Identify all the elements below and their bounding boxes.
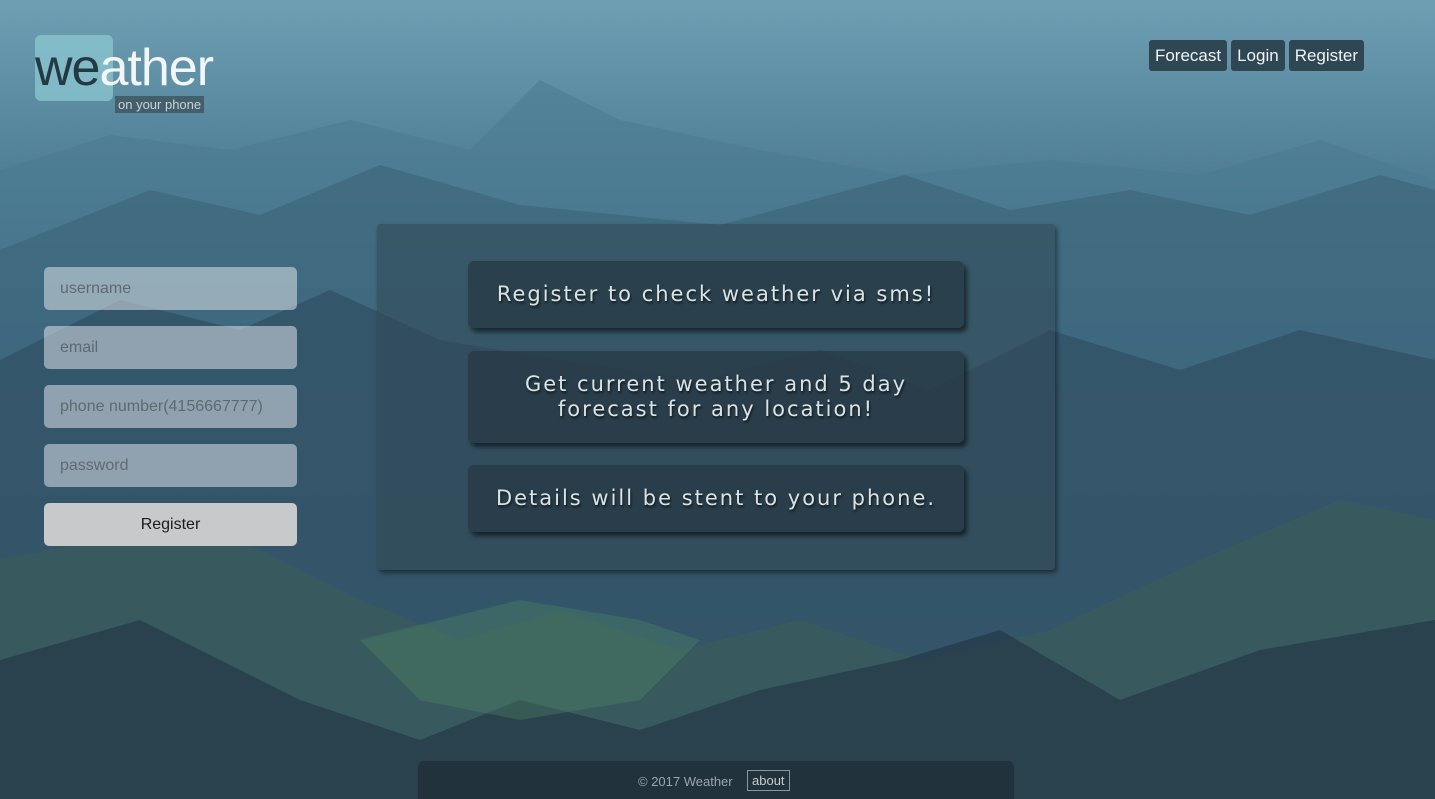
info-card-details: Details will be stent to your phone. [468,465,964,532]
nav-register-link[interactable]: Register [1288,40,1364,71]
top-nav: Forecast Login Register [1148,40,1364,71]
nav-login-link[interactable]: Login [1231,40,1285,71]
info-card-text: Details will be stent to your phone. [495,486,937,510]
logo-tagline: on your phone [115,96,205,113]
about-link[interactable]: about [747,770,790,791]
info-card-register: Register to check weather via sms! [468,261,964,328]
copyright-text: © 2017 Weather [638,774,733,789]
info-card-text: Register to check weather via sms! [496,282,936,306]
logo[interactable]: weather on your phone [35,35,214,113]
username-input[interactable] [44,267,297,310]
info-panel: Register to check weather via sms! Get c… [377,224,1055,570]
logo-wordmark: weather [35,35,214,101]
info-card-forecast: Get current weather and 5 day forecast f… [468,351,964,443]
logo-text-light: ather [99,39,214,97]
register-submit-button[interactable]: Register [44,503,297,546]
logo-text-dark: we [35,39,100,97]
register-form: Register [44,267,297,546]
info-card-text: Get current weather and 5 day forecast f… [524,372,908,421]
password-input[interactable] [44,444,297,487]
nav-forecast-link[interactable]: Forecast [1148,40,1228,71]
email-input[interactable] [44,326,297,369]
phone-input[interactable] [44,385,297,428]
footer: © 2017 Weather about [418,761,1014,799]
